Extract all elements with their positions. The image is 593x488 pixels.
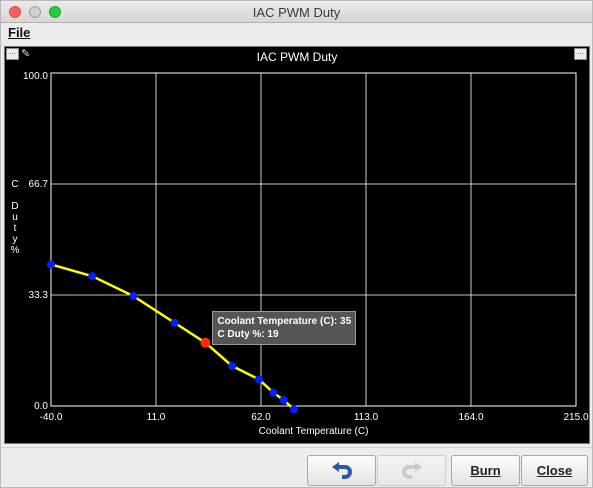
data-point xyxy=(47,260,55,269)
window-title: IAC PWM Duty xyxy=(252,5,341,20)
redo-button[interactable] xyxy=(377,455,446,486)
button-bar: Burn Close xyxy=(1,447,592,487)
x-tick-label: 11.0 xyxy=(147,412,166,423)
data-point xyxy=(269,388,278,397)
y-tick-label: 66.7 xyxy=(29,179,49,190)
plot-frame xyxy=(50,72,577,407)
data-point xyxy=(88,272,97,281)
x-tick-label: 113.0 xyxy=(354,412,379,423)
menu-bar: File xyxy=(1,23,592,43)
burn-button[interactable]: Burn xyxy=(451,455,520,486)
x-axis-label: Coolant Temperature (C) xyxy=(259,426,369,437)
data-point xyxy=(228,362,237,371)
curve-chart[interactable]: -40.0 11.0 62.0 113.0 164.0 215.0 0.0 33.3 66.7 1… xyxy=(5,47,589,443)
data-point xyxy=(254,375,263,384)
chart-panel: ... ✎ ... IAC PWM Duty -40.0 11.0 62.0 113.… xyxy=(4,46,590,444)
data-point xyxy=(279,396,288,405)
y-tick-label: 100.0 xyxy=(23,71,48,82)
x-tick-label: 215.0 xyxy=(563,412,588,423)
y-tick-label: 33.3 xyxy=(29,290,49,301)
y-axis-label: C Du t y% xyxy=(11,179,20,256)
tooltip-x-value: Coolant Temperature (C): 35 xyxy=(217,315,352,327)
title-bar: IAC PWM Duty xyxy=(1,1,592,23)
app-window: IAC PWM Duty File ... ✎ ... IAC PWM Duty… xyxy=(0,0,593,488)
point-tooltip: Coolant Temperature (C): 35 C Duty %: 19 xyxy=(212,310,357,345)
undo-button[interactable] xyxy=(307,455,376,486)
y-tick-label: 0.0 xyxy=(34,401,48,412)
menu-file[interactable]: File xyxy=(8,25,30,40)
x-tick-label: -40.0 xyxy=(40,412,63,423)
close-button[interactable]: Close xyxy=(521,455,588,486)
data-point xyxy=(129,292,138,301)
undo-arrow-icon xyxy=(331,461,352,479)
data-point xyxy=(170,318,179,327)
x-tick-label: 62.0 xyxy=(251,412,271,423)
x-tick-label: 164.0 xyxy=(458,412,483,423)
tooltip-y-value: C Duty %: 19 xyxy=(217,328,279,340)
redo-arrow-icon xyxy=(401,461,422,479)
selected-data-point xyxy=(200,337,211,348)
data-point xyxy=(289,405,298,414)
